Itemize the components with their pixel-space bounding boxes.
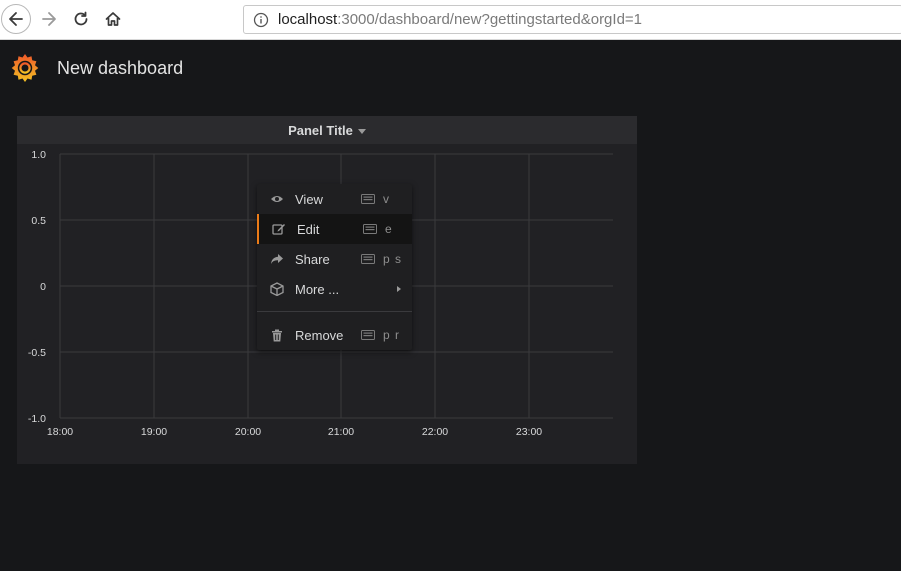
reload-icon [74, 11, 88, 26]
x-tick: 23:00 [516, 426, 542, 438]
cube-icon [269, 281, 285, 297]
shortcut-hint: v [383, 192, 390, 206]
grafana-logo-icon[interactable] [9, 52, 41, 84]
keyboard-icon [363, 224, 377, 234]
url-host: localhost [278, 11, 338, 28]
share-icon [269, 251, 285, 267]
y-tick: -1.0 [28, 413, 46, 425]
menu-item-view[interactable]: View v [257, 184, 412, 214]
reload-button[interactable] [66, 4, 96, 34]
keyboard-icon [361, 194, 375, 204]
menu-item-label: More ... [295, 281, 340, 297]
menu-item-more[interactable]: More ... [257, 274, 412, 304]
arrow-right-icon [42, 12, 56, 26]
y-axis-ticks: 1.0 0.5 0 -0.5 -1.0 [28, 149, 46, 425]
keyboard-icon [361, 330, 375, 340]
y-tick: 0.5 [31, 215, 46, 227]
address-bar[interactable]: localhost:3000/dashboard/new?gettingstar… [243, 5, 901, 34]
shortcut-hint: p r [383, 328, 401, 342]
x-axis-ticks: 18:00 19:00 20:00 21:00 22:00 23:00 [47, 426, 542, 438]
panel-menu: View v Edit e Share p s More ... Remove … [257, 184, 412, 350]
forward-button[interactable] [34, 4, 64, 34]
x-tick: 20:00 [235, 426, 261, 438]
browser-toolbar: localhost:3000/dashboard/new?gettingstar… [0, 0, 901, 40]
x-tick: 21:00 [328, 426, 354, 438]
eye-icon [269, 191, 285, 207]
shortcut-hint: p s [383, 252, 403, 266]
home-icon [105, 12, 121, 26]
info-icon[interactable] [252, 11, 270, 29]
panel-title[interactable]: Panel Title [288, 123, 353, 138]
grafana-app: New dashboard Panel Title 1.0 0.5 0 -0.5… [0, 40, 901, 571]
y-tick: 1.0 [31, 149, 46, 161]
arrow-left-icon [9, 12, 23, 26]
menu-item-label: Remove [295, 327, 344, 343]
x-tick: 18:00 [47, 426, 73, 438]
x-tick: 22:00 [422, 426, 448, 438]
menu-item-remove[interactable]: Remove p r [257, 320, 412, 350]
trash-icon [269, 327, 285, 343]
shortcut-hint: e [385, 222, 393, 236]
panel-header[interactable]: Panel Title [17, 116, 637, 144]
menu-item-share[interactable]: Share p s [257, 244, 412, 274]
chevron-right-icon [397, 286, 401, 292]
menu-item-label: View [295, 191, 323, 207]
keyboard-icon [361, 254, 375, 264]
y-tick: 0 [40, 281, 46, 293]
back-button[interactable] [1, 4, 31, 34]
edit-icon [271, 221, 287, 237]
home-button[interactable] [98, 4, 128, 34]
menu-item-label: Share [295, 251, 330, 267]
url-path: :3000/dashboard/new?gettingstarted&orgId… [337, 11, 643, 28]
menu-divider [257, 311, 412, 312]
dashboard-title[interactable]: New dashboard [57, 58, 183, 79]
caret-down-icon [357, 128, 366, 134]
y-tick: -0.5 [28, 347, 46, 359]
url-text: localhost:3000/dashboard/new?gettingstar… [278, 11, 642, 28]
menu-item-label: Edit [297, 221, 320, 237]
menu-item-edit[interactable]: Edit e [257, 214, 412, 244]
x-tick: 19:00 [141, 426, 167, 438]
